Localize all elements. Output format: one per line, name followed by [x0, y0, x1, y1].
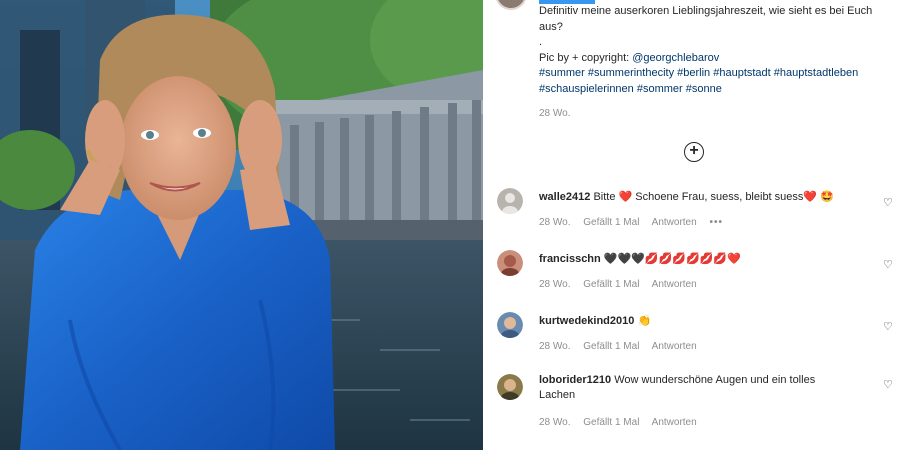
reply-button[interactable]: Antworten: [652, 341, 697, 352]
like-heart-icon[interactable]: ♡: [883, 378, 893, 391]
comment-time[interactable]: 28 Wo.: [539, 217, 571, 228]
reply-button[interactable]: Antworten: [652, 217, 697, 228]
caption-credit: Pic by + copyright: @georgchlebarov: [539, 51, 879, 67]
plus-circle-icon: +: [689, 142, 699, 159]
credit-handle-link[interactable]: @georgchlebarov: [632, 52, 719, 64]
comment-text: 👏: [637, 315, 652, 327]
avatar[interactable]: [497, 188, 523, 214]
comment-meta: 28 Wo. Gefällt 1 Mal Antworten: [539, 279, 707, 290]
comment-time[interactable]: 28 Wo.: [539, 279, 571, 290]
comment-time[interactable]: 28 Wo.: [539, 417, 571, 428]
comment-body: walle2412 Bitte ❤️ Schoene Frau, suess, …: [539, 190, 849, 205]
comment-time[interactable]: 28 Wo.: [539, 341, 571, 352]
comment-username[interactable]: loborider1210: [539, 374, 611, 386]
comment-username[interactable]: francisschn: [539, 253, 601, 265]
comments-panel: Definitiv meine auserkoren Lieblingsjahr…: [483, 0, 900, 450]
comment-meta: 28 Wo. Gefällt 1 Mal Antworten: [539, 341, 707, 352]
hashtags-line-1[interactable]: #summer #summerinthecity #berlin #haupts…: [539, 66, 879, 82]
comment-username[interactable]: kurtwedekind2010: [539, 315, 634, 327]
reply-button[interactable]: Antworten: [652, 279, 697, 290]
comment-username[interactable]: walle2412: [539, 191, 590, 203]
more-options-icon[interactable]: •••: [709, 217, 723, 228]
load-more-comments-button[interactable]: +: [684, 142, 704, 162]
like-heart-icon[interactable]: ♡: [883, 258, 893, 271]
hashtags-line-2[interactable]: #schauspielerinnen #sommer #sonne: [539, 82, 879, 98]
post-photo[interactable]: [0, 0, 483, 450]
author-avatar[interactable]: [495, 0, 527, 10]
comment-likes[interactable]: Gefällt 1 Mal: [583, 417, 639, 428]
caption-text: Definitiv meine auserkoren Lieblingsjahr…: [539, 5, 873, 33]
comment-text: Bitte ❤️ Schoene Frau, suess, bleibt sue…: [593, 191, 834, 203]
comment-likes[interactable]: Gefällt 1 Mal: [583, 279, 639, 290]
comment-body: francisschn 🖤🖤🖤💋💋💋💋💋💋❤️: [539, 252, 849, 267]
avatar[interactable]: [497, 250, 523, 276]
like-heart-icon[interactable]: ♡: [883, 320, 893, 333]
comment-likes[interactable]: Gefällt 1 Mal: [583, 217, 639, 228]
avatar[interactable]: [497, 312, 523, 338]
caption-dot: .: [539, 36, 543, 48]
comment-meta: 28 Wo. Gefällt 1 Mal Antworten •••: [539, 217, 733, 228]
comment-body: kurtwedekind2010 👏: [539, 314, 849, 329]
credit-label: Pic by + copyright:: [539, 51, 633, 64]
avatar[interactable]: [497, 374, 523, 400]
reply-button[interactable]: Antworten: [652, 417, 697, 428]
comment-text: 🖤🖤🖤💋💋💋💋💋💋❤️: [603, 253, 741, 265]
caption-timestamp[interactable]: 28 Wo.: [539, 108, 571, 119]
like-heart-icon[interactable]: ♡: [883, 196, 893, 209]
comment-body: loborider1210 Wow wunderschöne Augen und…: [539, 373, 849, 403]
comment-meta: 28 Wo. Gefällt 1 Mal Antworten: [539, 417, 707, 428]
post-caption: Definitiv meine auserkoren Lieblingsjahr…: [539, 4, 879, 97]
comment-likes[interactable]: Gefällt 1 Mal: [583, 341, 639, 352]
